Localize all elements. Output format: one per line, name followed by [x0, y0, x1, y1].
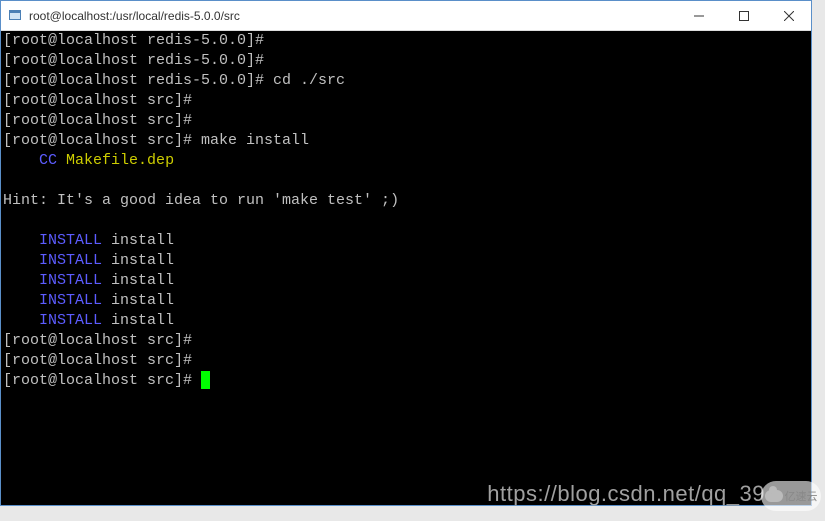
- prompt: [root@localhost src]#: [3, 332, 192, 349]
- title-left: root@localhost:/usr/local/redis-5.0.0/sr…: [1, 8, 240, 24]
- install-word: install: [111, 312, 174, 329]
- cmd: make install: [192, 132, 309, 149]
- window-title: root@localhost:/usr/local/redis-5.0.0/sr…: [29, 9, 240, 23]
- cc-file: Makefile.dep: [66, 152, 174, 169]
- close-button[interactable]: [766, 1, 811, 30]
- install-label: INSTALL: [39, 252, 102, 269]
- prompt: [root@localhost redis-5.0.0]#: [3, 32, 264, 49]
- install-label: INSTALL: [39, 292, 102, 309]
- install-word: install: [111, 292, 174, 309]
- terminal-window: root@localhost:/usr/local/redis-5.0.0/sr…: [0, 0, 812, 506]
- install-label: INSTALL: [39, 232, 102, 249]
- minimize-button[interactable]: [676, 1, 721, 30]
- install-word: install: [111, 272, 174, 289]
- prompt: [root@localhost src]#: [3, 372, 201, 389]
- prompt: [root@localhost src]#: [3, 112, 192, 129]
- maximize-button[interactable]: [721, 1, 766, 30]
- prompt: [root@localhost src]#: [3, 132, 192, 149]
- prompt: [root@localhost redis-5.0.0]#: [3, 72, 264, 89]
- titlebar[interactable]: root@localhost:/usr/local/redis-5.0.0/sr…: [1, 1, 811, 31]
- prompt: [root@localhost redis-5.0.0]#: [3, 52, 264, 69]
- install-label: INSTALL: [39, 272, 102, 289]
- window-controls: [676, 1, 811, 30]
- install-word: install: [111, 252, 174, 269]
- cursor: [201, 371, 210, 389]
- prompt: [root@localhost src]#: [3, 92, 192, 109]
- terminal-viewport[interactable]: [root@localhost redis-5.0.0]# [root@loca…: [1, 31, 811, 505]
- cc-label: CC: [39, 152, 57, 169]
- cmd: cd ./src: [264, 72, 345, 89]
- hint-line: Hint: It's a good idea to run 'make test…: [3, 192, 399, 209]
- install-word: install: [111, 232, 174, 249]
- app-icon: [7, 8, 23, 24]
- install-label: INSTALL: [39, 312, 102, 329]
- prompt: [root@localhost src]#: [3, 352, 192, 369]
